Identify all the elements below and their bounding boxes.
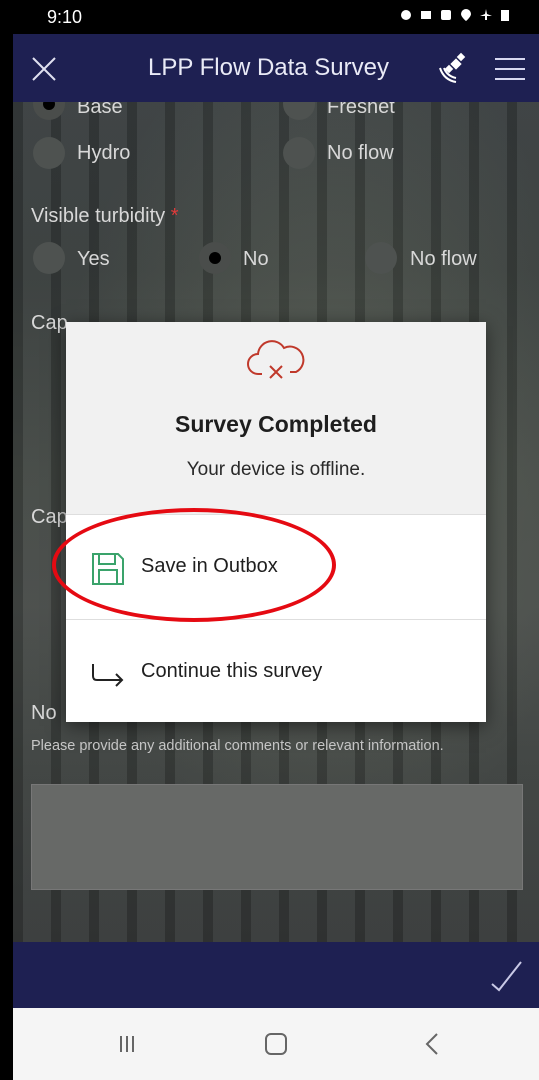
recents-icon[interactable] — [117, 1034, 137, 1054]
checkmark-icon[interactable] — [489, 958, 523, 992]
alarm-icon — [401, 10, 411, 20]
dialog-header: Survey Completed Your device is offline. — [66, 322, 486, 514]
dialog-subtitle: Your device is offline. — [186, 459, 366, 480]
airplane-icon — [480, 9, 492, 20]
back-icon[interactable] — [423, 1032, 441, 1056]
lock-icon — [441, 10, 451, 20]
radio-turbidity-yes[interactable] — [33, 242, 65, 274]
radio-label-base: Base — [77, 102, 123, 118]
radio-label-no-flow: No flow — [327, 142, 394, 164]
required-mark: * — [170, 205, 179, 227]
system-nav-bar — [13, 1008, 539, 1080]
turbidity-label-text: Visible turbidity — [31, 205, 166, 227]
capture-photo-label: Cap — [31, 312, 68, 334]
turbidity-label: Visible turbidity * — [31, 205, 179, 228]
home-icon[interactable] — [265, 1033, 287, 1055]
radio-label-yes: Yes — [77, 248, 110, 270]
radio-label-no: No — [243, 248, 269, 270]
status-time: 9:10 — [47, 7, 83, 27]
status-icons — [399, 8, 511, 22]
notes-label: No — [31, 702, 57, 724]
satellite-icon[interactable] — [434, 50, 472, 88]
footer-bar — [13, 942, 539, 1008]
radio-turbidity-no[interactable] — [199, 242, 231, 274]
radio-turbidity-no-flow[interactable] — [365, 242, 397, 274]
notes-hint: Please provide any additional comments o… — [31, 738, 444, 754]
highlight-circle — [52, 508, 336, 622]
continue-survey-button[interactable]: Continue this survey — [66, 620, 486, 724]
menu-icon[interactable] — [493, 54, 527, 84]
mute-icon — [421, 11, 431, 19]
radio-label-hydro: Hydro — [77, 142, 131, 164]
dialog-title: Survey Completed — [175, 411, 377, 437]
location-icon — [461, 9, 471, 21]
close-icon[interactable] — [27, 52, 61, 86]
radio-hydro[interactable] — [33, 137, 65, 169]
cloud-offline-icon — [247, 340, 305, 379]
battery-icon — [501, 10, 509, 21]
radio-label-turbidity-no-flow: No flow — [410, 248, 477, 270]
status-bar: 9:10 — [0, 0, 539, 34]
notes-input[interactable] — [31, 784, 523, 890]
continue-survey-label: Continue this survey — [141, 660, 323, 682]
capture-photo2-label: Cap — [31, 506, 68, 528]
radio-no-flow[interactable] — [283, 137, 315, 169]
app-header: LPP Flow Data Survey — [13, 34, 539, 102]
page-title: LPP Flow Data Survey — [148, 54, 389, 81]
radio-label-freshet: Freshet — [327, 102, 395, 118]
arrow-right-icon — [92, 664, 124, 687]
